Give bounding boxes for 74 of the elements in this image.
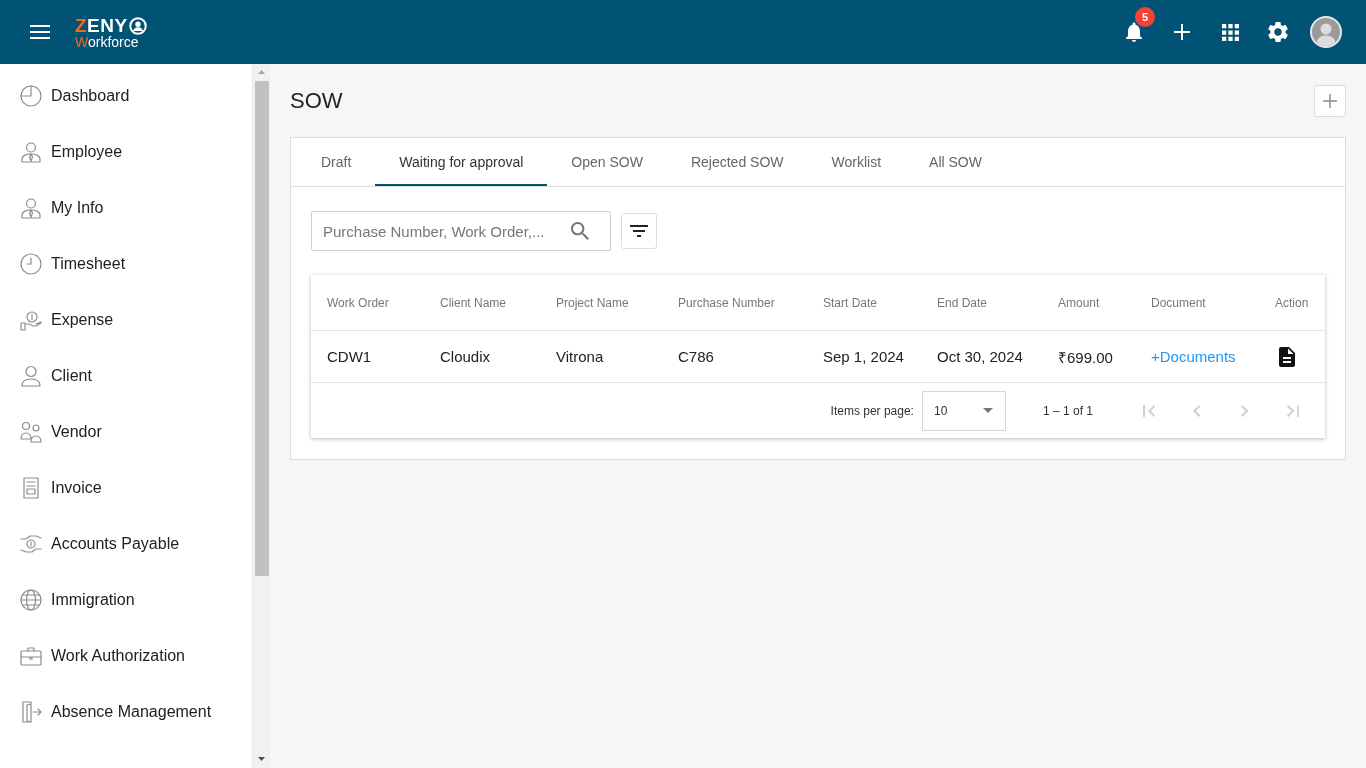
tab[interactable]: Worklist [807,138,906,186]
sidebar-item[interactable]: Accounts Payable [0,516,252,572]
sidebar-item[interactable]: Employee [0,124,252,180]
sidebar-item[interactable]: Expense [0,292,252,348]
column-header: Purchase Number [678,295,775,310]
sidebar-item[interactable]: Work Authorization [0,628,252,684]
tab[interactable]: Draft [297,138,376,186]
sidebar-item[interactable]: Dashboard [0,68,252,124]
person-tie-icon [20,197,42,219]
settings-icon [1268,22,1288,42]
notification-badge: 5 [1135,7,1155,27]
chevron-left-icon [1193,404,1201,417]
filter-icon [630,225,648,237]
filter-button[interactable] [621,213,657,249]
items-per-page-label: Items per page: [830,403,914,418]
table-cell: Cloudix [440,348,491,365]
column-header: Action [1275,295,1309,310]
table-cell: CDW1 [327,348,372,365]
page-range-label: 1 – 1 of 1 [1042,403,1093,418]
coin-hand-icon [20,309,42,331]
briefcase-icon [20,645,42,667]
globe-icon [20,589,42,611]
logo-subtitle: Workforce [75,35,140,49]
page-size-select[interactable]: 10 [921,390,1006,431]
sidebar-item[interactable]: My Info [0,180,252,236]
column-header: Document [1151,295,1206,310]
tab[interactable]: All SOW [905,138,1006,186]
sidebar-item[interactable]: Absence Management [0,684,252,740]
column-header: Client Name [440,295,507,310]
sidebar-item[interactable]: Client [0,348,252,404]
last-page-icon [1286,404,1300,417]
first-page-icon [1142,404,1156,417]
plus-icon [1174,24,1190,40]
scrollbar-thumb[interactable] [254,81,269,576]
column-header: Work Order [327,295,389,310]
pie-chart-icon [20,85,42,107]
document-icon[interactable] [1279,346,1295,367]
logo-title: ZENY [75,17,128,35]
person-icon [20,365,42,387]
people-icon [20,421,42,443]
column-header: Amount [1058,295,1100,310]
tab[interactable]: Waiting for approval [375,138,548,186]
column-header: Start Date [823,295,878,310]
scroll-down-icon[interactable] [258,757,265,761]
receipt-icon [20,477,42,499]
column-header: Project Name [556,295,629,310]
chevron-right-icon [1241,404,1249,417]
table-cell: Vitrona [556,348,604,365]
caret-icon [982,408,993,413]
logo-mark-icon [128,17,147,35]
menu-icon [30,25,50,39]
search-field[interactable]: Purchase Number, Work Order,... [311,211,611,251]
tab[interactable]: Rejected SOW [666,138,808,186]
tab[interactable]: Open SOW [547,138,667,186]
table-cell: C786 [678,348,714,365]
clock-icon [20,253,42,275]
table-cell-text: ₹699.00 [1058,347,1113,367]
page-title: SOW [290,88,343,114]
bell-icon [1126,22,1142,42]
column-header: End Date [937,295,988,310]
table-cell: Oct 30, 2024 [937,348,1023,365]
sidebar-item[interactable]: Immigration [0,572,252,628]
avatar-icon[interactable] [1310,16,1342,48]
person-tie-icon [20,141,42,163]
notifications-button[interactable]: 5 [1110,8,1158,56]
coin-hand-icon [20,533,42,555]
sidebar-item[interactable]: Timesheet [0,236,252,292]
plus-icon [1323,94,1337,108]
search-icon [571,222,589,240]
door-exit-icon [20,701,42,723]
sidebar-item[interactable]: Vendor [0,404,252,460]
sidebar-item[interactable]: Invoice [0,460,252,516]
grid-icon [1221,23,1239,41]
table-cell: Sep 1, 2024 [823,348,904,365]
